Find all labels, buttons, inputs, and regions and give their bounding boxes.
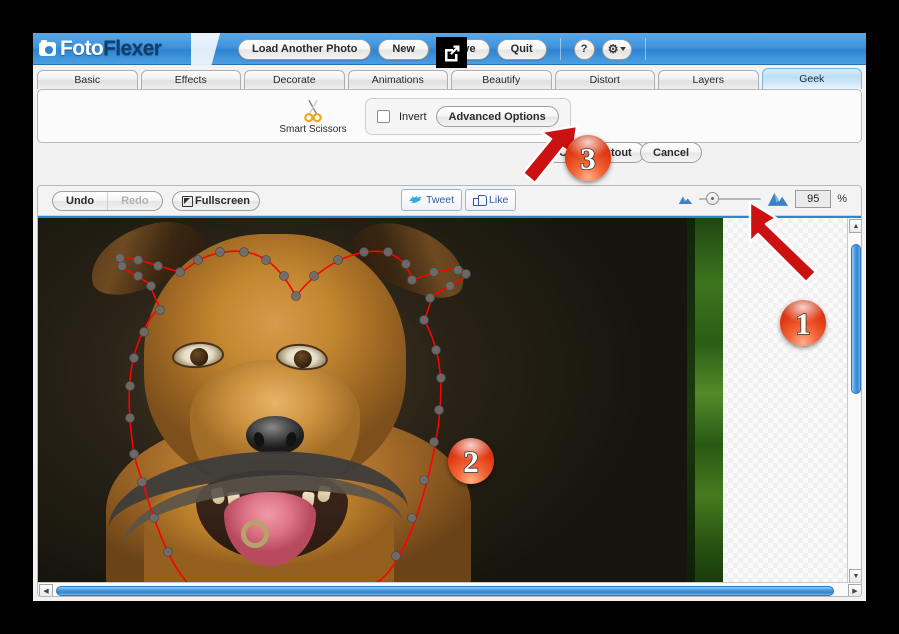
fotoflexer-app-window: FotoFlexer Load Another Photo New Save Q… (33, 33, 866, 601)
editor-workspace: Undo Redo Fullscreen Tweet Like 95 % 2 1… (37, 185, 862, 597)
invert-checkbox[interactable] (377, 110, 390, 123)
undo-button[interactable]: Undo (53, 192, 107, 210)
horizontal-scroll-thumb[interactable] (56, 586, 834, 596)
tab-animations[interactable]: Animations (347, 70, 448, 89)
tweet-label: Tweet (426, 194, 455, 206)
header-divider (559, 38, 561, 60)
annotation-badge-2-number: 2 (462, 443, 479, 479)
tab-layers[interactable]: Layers (658, 70, 759, 89)
annotation-badge-3-number: 3 (579, 140, 596, 176)
logo-text-foto: Foto (60, 37, 104, 60)
tool-options-panel: Smart Scissors Invert Advanced Options (37, 89, 862, 143)
like-button[interactable]: Like (465, 189, 517, 211)
like-label: Like (489, 194, 509, 206)
scroll-right-button[interactable]: ▶ (848, 584, 861, 596)
smart-scissors-tool[interactable]: Smart Scissors (274, 91, 352, 143)
scroll-up-button[interactable]: ▲ (849, 219, 861, 233)
annotation-badge-3: 3 (565, 135, 611, 181)
tab-distort[interactable]: Distort (554, 70, 655, 89)
dog-subject (82, 218, 486, 584)
redo-button[interactable]: Redo (107, 192, 162, 210)
tab-basic[interactable]: Basic (37, 70, 138, 89)
tab-geek[interactable]: Geek (761, 68, 862, 89)
small-mountain-icon[interactable] (678, 194, 693, 205)
app-logo-text: FotoFlexer (60, 37, 162, 61)
fullscreen-button[interactable]: Fullscreen (172, 191, 261, 211)
tweet-button[interactable]: Tweet (401, 189, 463, 211)
smart-scissors-label: Smart Scissors (279, 124, 347, 135)
scissors-icon (304, 99, 322, 123)
undo-redo-group: Undo Redo (52, 191, 163, 211)
chevron-down-icon (619, 47, 626, 51)
zoom-slider-handle[interactable] (706, 192, 720, 205)
fullscreen-icon (182, 195, 193, 207)
logo-text-flexer: Flexer (103, 37, 162, 60)
vertical-scrollbar[interactable]: ▲ ▼ (847, 218, 861, 584)
header-divider-2 (644, 38, 646, 60)
settings-button[interactable]: ⚙ (601, 38, 632, 60)
social-share-group: Tweet Like (401, 189, 517, 211)
dog-pupil-right (293, 349, 313, 369)
horizontal-scrollbar[interactable]: ◀ ▶ (38, 582, 861, 596)
fullscreen-label: Fullscreen (195, 195, 251, 207)
gear-icon: ⚙ (607, 42, 619, 56)
annotation-badge-1: 1 (780, 300, 826, 346)
dog-nose (246, 416, 304, 454)
annotation-badge-2: 2 (448, 438, 494, 484)
photo-tree-strip (687, 218, 695, 584)
load-another-photo-button[interactable]: Load Another Photo (238, 38, 372, 60)
app-logo: FotoFlexer (39, 35, 162, 63)
tab-effects[interactable]: Effects (140, 70, 241, 89)
thumbs-up-icon (473, 194, 488, 206)
dog-pupil-left (189, 347, 209, 367)
photo-grass-strip (695, 218, 723, 584)
invert-label: Invert (399, 110, 427, 123)
new-button[interactable]: New (378, 38, 429, 60)
scroll-down-button[interactable]: ▼ (849, 569, 861, 583)
quit-button[interactable]: Quit (496, 38, 547, 60)
help-button[interactable]: ? (573, 38, 595, 60)
tab-decorate[interactable]: Decorate (244, 70, 345, 89)
external-link-icon[interactable] (436, 37, 467, 68)
twitter-bird-icon (409, 195, 422, 203)
tab-beautify[interactable]: Beautify (451, 70, 552, 89)
image-canvas[interactable]: 2 1 ▲ ▼ ◀ ▶ (38, 200, 861, 596)
camera-icon (39, 39, 56, 56)
category-tab-bar: Basic Effects Decorate Animations Beauti… (33, 65, 866, 89)
scroll-left-button[interactable]: ◀ (39, 584, 53, 596)
arrow-to-zoom-slider (748, 200, 818, 284)
dog-photo[interactable] (38, 218, 723, 584)
vertical-scroll-thumb[interactable] (851, 244, 861, 394)
annotation-badge-1-number: 1 (794, 305, 811, 341)
cancel-button[interactable]: Cancel (640, 142, 703, 163)
zoom-percent-label: % (837, 193, 847, 205)
app-header: FotoFlexer Load Another Photo New Save Q… (33, 33, 866, 68)
